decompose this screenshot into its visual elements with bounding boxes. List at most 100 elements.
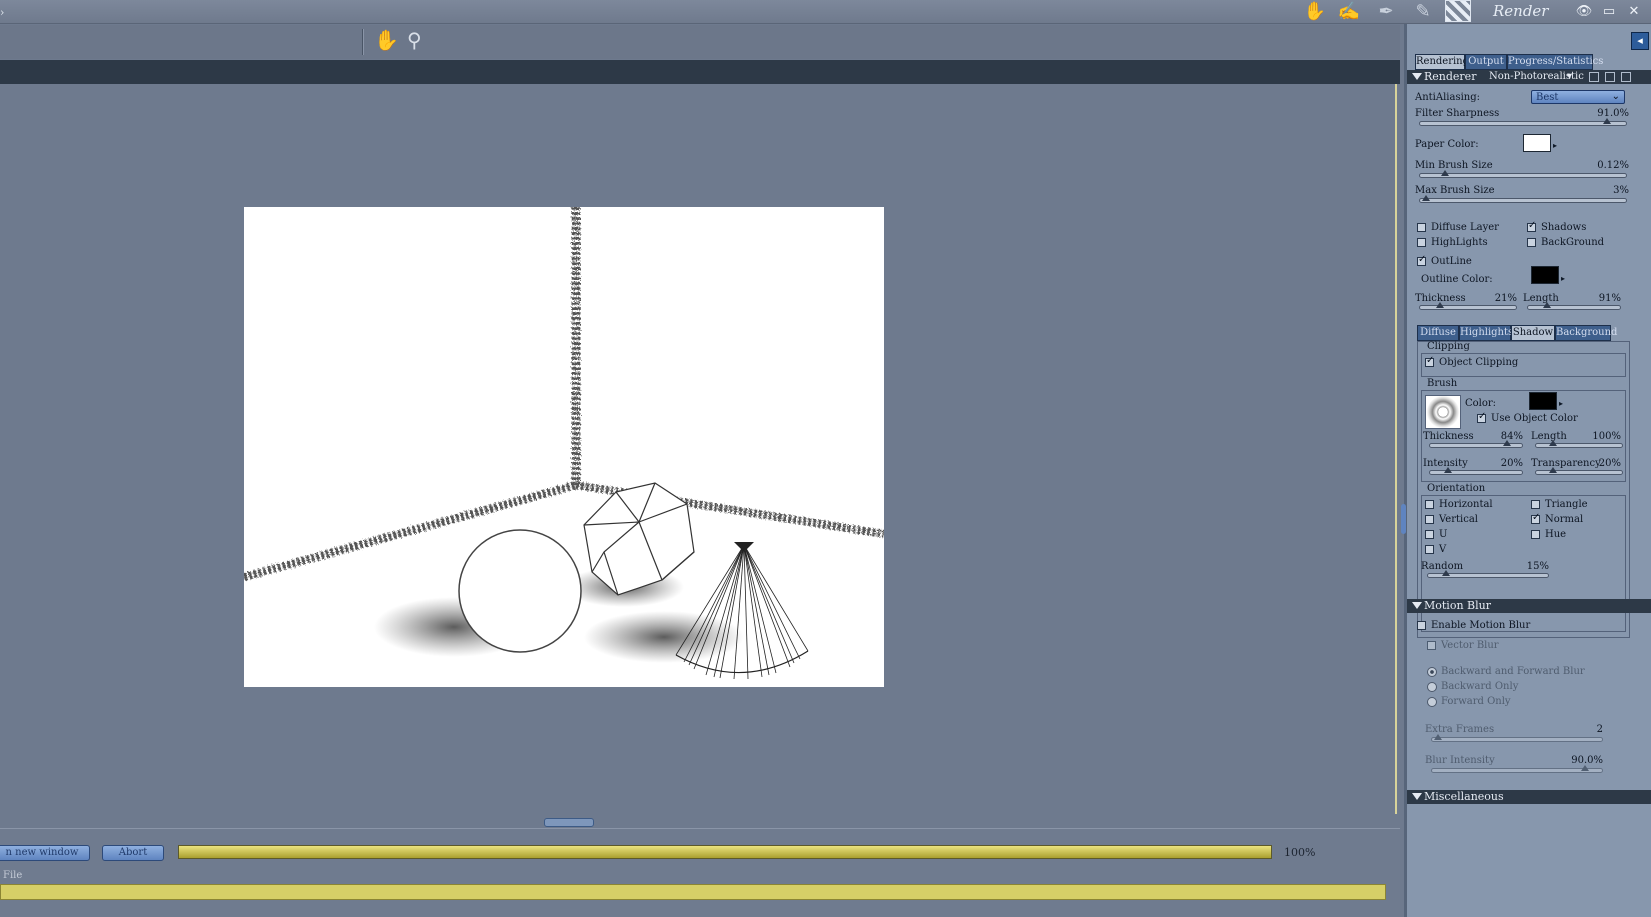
tab-rendering[interactable]: Rendering (1415, 54, 1469, 70)
maximize-icon[interactable]: ▭ (1600, 3, 1618, 21)
slider-knob[interactable] (1444, 467, 1453, 473)
filter-sharpness-slider[interactable] (1419, 118, 1627, 126)
horizontal-checkbox[interactable] (1425, 500, 1434, 509)
subtab-shadow[interactable]: Shadow (1511, 325, 1555, 341)
slider-knob[interactable] (1503, 440, 1512, 446)
highlights-checkbox[interactable] (1417, 238, 1426, 247)
film-render-icon[interactable] (1445, 0, 1471, 22)
preset-load-icon[interactable] (1589, 72, 1599, 82)
magnifier-icon[interactable]: ⚲ (407, 28, 422, 52)
render-toolbar (0, 25, 1400, 59)
render-new-window-button[interactable]: n new window (0, 845, 90, 861)
tab-output[interactable]: Output (1465, 54, 1507, 70)
slider-knob[interactable] (1442, 570, 1450, 576)
title-bar (0, 0, 1651, 24)
max-brush-slider[interactable] (1419, 195, 1627, 203)
close-icon[interactable]: ✕ (1625, 3, 1643, 21)
panel-collapse-icon[interactable]: ◂ (1631, 32, 1649, 50)
hue-checkbox[interactable] (1531, 530, 1540, 539)
color-menu-arrow-icon[interactable]: ▸ (1553, 141, 1557, 150)
v-checkbox[interactable] (1425, 545, 1434, 554)
hand-figure-icon[interactable]: ✋ (1302, 1, 1328, 23)
paper-color-swatch[interactable] (1523, 134, 1551, 152)
color-menu-arrow-icon[interactable]: ▸ (1559, 399, 1563, 408)
eye-icon[interactable]: 👁 (1575, 3, 1593, 21)
horizontal-label: Horizontal (1439, 499, 1493, 510)
triangle-checkbox[interactable] (1531, 500, 1540, 509)
brush-thickness-slider[interactable] (1429, 440, 1523, 448)
antialiasing-label: AntiAliasing: (1415, 92, 1480, 103)
brush-thickness-label: Thickness (1423, 431, 1474, 442)
backward-forward-radio[interactable] (1427, 667, 1437, 677)
preset-delete-icon[interactable] (1621, 72, 1631, 82)
blur-intensity-slider[interactable] (1431, 765, 1603, 773)
collapse-triangle-icon (1412, 602, 1422, 609)
slider-knob[interactable] (1543, 302, 1552, 308)
subtab-background[interactable]: Background (1555, 325, 1617, 341)
collapse-triangle-icon (1412, 73, 1422, 80)
panel-resize-handle[interactable] (1401, 504, 1406, 534)
tab-progress-statistics[interactable]: Progress/Statistics (1507, 54, 1603, 70)
antialiasing-select[interactable]: Best ⌄ (1531, 90, 1625, 104)
slider-knob[interactable] (1436, 302, 1445, 308)
file-label: File (3, 870, 23, 881)
backward-only-radio[interactable] (1427, 682, 1437, 692)
brush-transparency-slider[interactable] (1535, 467, 1623, 475)
progress-fill (179, 846, 1271, 858)
slider-knob[interactable] (1549, 467, 1558, 473)
u-checkbox[interactable] (1425, 530, 1434, 539)
brush-texture-thumbnail[interactable] (1425, 395, 1461, 429)
subtab-highlights[interactable]: Highlights (1459, 325, 1513, 341)
slider-knob[interactable] (1549, 440, 1558, 446)
preset-save-icon[interactable] (1605, 72, 1615, 82)
motion-blur-header[interactable]: Motion Blur (1407, 599, 1651, 613)
slider-knob[interactable] (1603, 118, 1612, 124)
brush-color-swatch[interactable] (1529, 392, 1557, 410)
diffuse-layer-label: Diffuse Layer (1431, 222, 1499, 233)
outline-checkbox[interactable] (1417, 254, 1426, 266)
forward-only-radio[interactable] (1427, 697, 1437, 707)
slider-knob[interactable] (1440, 170, 1449, 176)
highlights-label: HighLights (1431, 237, 1488, 248)
render-canvas[interactable] (244, 207, 884, 687)
window-edge-fragment: › (0, 6, 5, 19)
renderer-header[interactable]: Renderer Non-Photorealistic ▾ (1407, 70, 1651, 84)
shadows-checkbox[interactable] (1527, 220, 1536, 232)
use-object-color-checkbox[interactable] (1477, 411, 1486, 423)
chevron-down-icon: ⌄ (1611, 91, 1620, 102)
color-menu-arrow-icon[interactable]: ▸ (1561, 274, 1565, 283)
outline-length-slider[interactable] (1527, 302, 1621, 310)
outline-color-swatch[interactable] (1531, 266, 1559, 284)
enable-motion-blur-checkbox[interactable] (1417, 621, 1426, 630)
min-brush-slider[interactable] (1419, 170, 1627, 178)
outline-thickness-slider[interactable] (1419, 302, 1517, 310)
brush-intensity-slider[interactable] (1429, 467, 1523, 475)
normal-checkbox[interactable] (1531, 512, 1540, 524)
random-slider[interactable] (1427, 570, 1549, 578)
vector-blur-label: Vector Blur (1441, 640, 1499, 651)
subtab-diffuse[interactable]: Diffuse (1417, 325, 1459, 341)
extra-frames-slider[interactable] (1431, 734, 1603, 742)
clipping-title: Clipping (1427, 341, 1470, 352)
brush-length-slider[interactable] (1535, 440, 1623, 448)
object-clipping-checkbox[interactable] (1425, 355, 1434, 367)
miscellaneous-header[interactable]: Miscellaneous (1407, 790, 1651, 804)
slider-knob[interactable] (1422, 195, 1431, 201)
quill-icon[interactable]: ✎ (1410, 1, 1436, 23)
background-checkbox[interactable] (1527, 238, 1536, 247)
vertical-checkbox[interactable] (1425, 515, 1434, 524)
slider-knob[interactable] (1581, 765, 1589, 771)
use-object-color-label: Use Object Color (1491, 413, 1578, 424)
min-brush-value: 0.12% (1597, 160, 1629, 171)
diffuse-layer-checkbox[interactable] (1417, 223, 1426, 232)
hand-pan-icon[interactable]: ✋ (374, 28, 399, 52)
slider-knob[interactable] (1434, 734, 1442, 740)
sketch-brush-icon[interactable]: ✍ (1336, 1, 1362, 23)
splitter-handle[interactable] (544, 818, 594, 827)
pen-icon[interactable]: ✒ (1373, 1, 1399, 23)
chevron-down-icon[interactable]: ▾ (1567, 71, 1572, 82)
random-value: 15% (1526, 561, 1549, 572)
vector-blur-checkbox[interactable] (1427, 641, 1436, 650)
abort-button[interactable]: Abort (102, 845, 164, 861)
triangle-label: Triangle (1545, 499, 1588, 510)
